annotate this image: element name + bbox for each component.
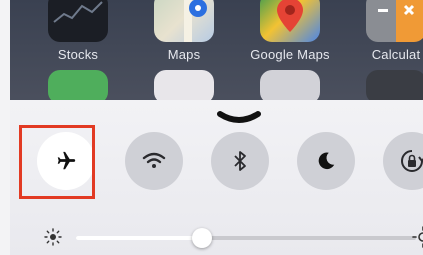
rotation-lock-toggle[interactable] xyxy=(383,132,423,190)
brightness-slider-thumb[interactable] xyxy=(191,228,212,248)
app-label: Calculat xyxy=(371,47,421,62)
brightness-fill xyxy=(76,236,202,240)
chevron-down-icon[interactable] xyxy=(216,108,262,128)
app-icon-partial[interactable] xyxy=(260,70,320,104)
app-label: Maps xyxy=(167,47,201,62)
brightness-high-icon xyxy=(412,226,423,248)
bluetooth-toggle[interactable] xyxy=(211,132,269,190)
brightness-track[interactable] xyxy=(76,236,416,240)
highlight-box xyxy=(19,125,95,199)
do-not-disturb-toggle[interactable] xyxy=(297,132,355,190)
brightness-low-icon xyxy=(44,228,62,246)
bluetooth-icon xyxy=(234,151,246,171)
stocks-icon xyxy=(48,0,108,42)
wifi-icon xyxy=(142,152,166,168)
app-icon-partial[interactable] xyxy=(154,70,214,104)
calculator-icon xyxy=(366,0,423,42)
app-label: Stocks xyxy=(57,47,99,62)
app-icon-partial[interactable] xyxy=(366,70,423,104)
app-label: Google Maps xyxy=(250,47,330,62)
rotation-lock-icon xyxy=(401,150,423,172)
moon-icon xyxy=(318,152,335,170)
maps-icon xyxy=(154,0,214,42)
app-icon-partial[interactable] xyxy=(48,70,108,104)
home-screen: Stocks Maps Google Maps Calculat xyxy=(10,0,423,104)
google-maps-icon xyxy=(260,0,320,42)
brightness-control xyxy=(10,218,423,255)
wifi-toggle[interactable] xyxy=(125,132,183,190)
